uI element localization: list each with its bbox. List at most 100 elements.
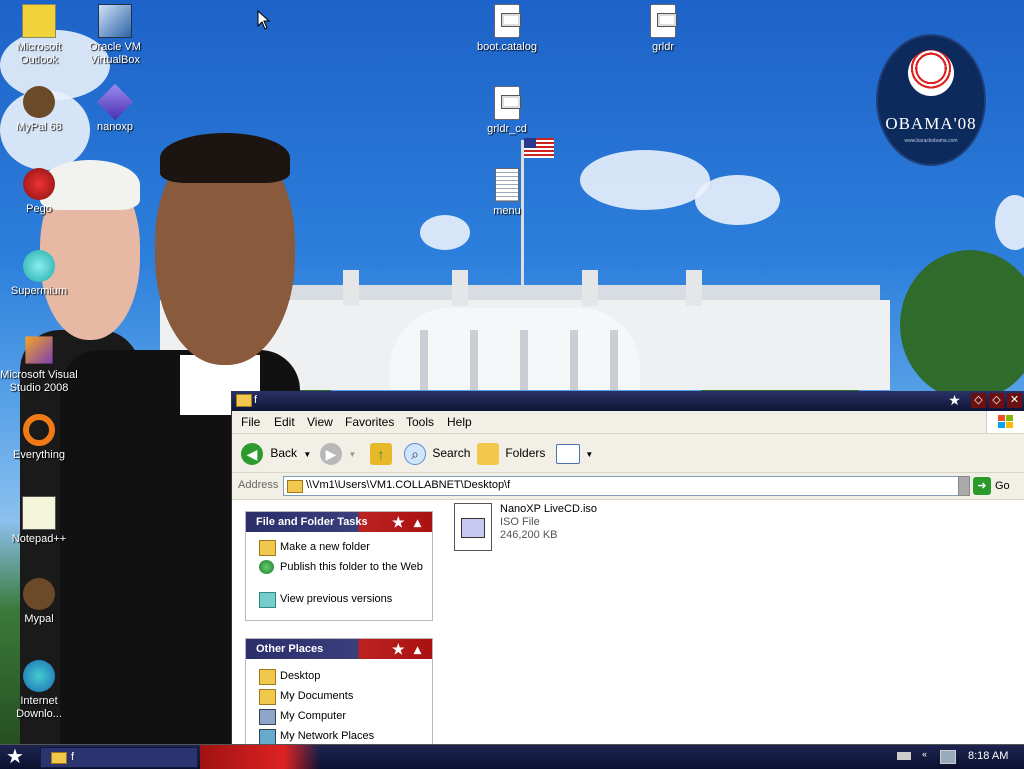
menu-bar: File Edit View Favorites Tools Help	[232, 411, 1024, 434]
file-icon	[650, 4, 677, 38]
forward-arrow-icon: ▶	[320, 442, 342, 465]
desktop-icon-label: Supermium	[10, 285, 68, 297]
address-dropdown-button[interactable]	[958, 476, 970, 496]
pego-icon	[23, 168, 55, 200]
desktop-icon-label: Mypal	[24, 613, 54, 625]
task-label: Make a new folder	[280, 541, 370, 553]
start-button[interactable]: ★	[6, 746, 24, 768]
collapse-icon[interactable]: ▴	[414, 512, 421, 532]
close-button[interactable]: ✕	[1007, 393, 1022, 408]
chimney	[343, 270, 359, 306]
folders-icon	[477, 442, 499, 465]
taskbar-button-f[interactable]: f	[40, 747, 198, 768]
tray-chevron-icon[interactable]: «	[922, 749, 927, 759]
desktop-icon-mypal[interactable]: Mypal	[0, 578, 78, 626]
menu-view[interactable]: View	[307, 415, 333, 429]
place-desktop[interactable]: Desktop	[246, 669, 432, 689]
place-my-documents[interactable]: My Documents	[246, 689, 432, 709]
address-input[interactable]: \\Vm1\Users\VM1.COLLABNET\Desktop\f	[283, 476, 960, 496]
minimize-button[interactable]: ◇	[971, 393, 986, 408]
desktop-icon-label: menu	[493, 205, 521, 217]
column	[470, 330, 478, 390]
collapse-icon[interactable]: ▴	[414, 639, 421, 659]
badge-text: OBAMA'08	[885, 114, 977, 133]
maximize-button[interactable]: ◇	[989, 393, 1004, 408]
desktop-icon-notepadpp[interactable]: Notepad++	[0, 496, 78, 546]
column	[570, 330, 578, 390]
desktop-icon-everything[interactable]: Everything	[0, 414, 78, 462]
cloud	[695, 175, 780, 225]
outlook-icon	[22, 4, 56, 38]
windows-logo-icon	[986, 411, 1024, 433]
my-computer-icon	[259, 709, 276, 725]
file-name: NanoXP LiveCD.iso	[500, 503, 598, 515]
task-make-new-folder[interactable]: Make a new folder	[246, 540, 432, 560]
mouse-cursor-icon	[257, 10, 271, 30]
search-icon: ⌕	[404, 442, 426, 465]
star-icon: ★	[948, 392, 961, 408]
views-button[interactable]: ▼	[556, 442, 593, 464]
go-button[interactable]: ➜ Go	[973, 476, 1010, 496]
mypal-icon	[23, 86, 55, 118]
obama-logo-icon	[908, 50, 954, 96]
keyboard-icon[interactable]	[897, 752, 911, 760]
desktop-icon-internet-download-manager[interactable]: Internet Downlo...	[0, 660, 78, 721]
taskbar-button-label: f	[71, 751, 75, 763]
folder-icon	[236, 394, 252, 407]
desktop-icon-virtualbox[interactable]: Oracle VM VirtualBox	[76, 4, 154, 67]
search-button[interactable]: ⌕ Search	[404, 442, 470, 465]
desktop-icon-visual-studio[interactable]: Microsoft Visual Studio 2008	[0, 334, 78, 395]
desktop-icon-label: Internet Downlo...	[16, 695, 62, 720]
menu-edit[interactable]: Edit	[274, 415, 295, 429]
place-label: My Documents	[280, 690, 354, 702]
desktop-icon-label: Pego	[26, 203, 52, 215]
desktop-icon-outlook[interactable]: Microsoft Outlook	[0, 4, 78, 67]
forward-button[interactable]: ▶ ▼	[320, 442, 356, 465]
title-bar[interactable]: f ★ ◇ ◇ ✕	[232, 391, 1024, 411]
task-view-previous-versions[interactable]: View previous versions	[246, 592, 432, 612]
back-label: Back	[270, 446, 298, 460]
desktop-icon-nanoxp[interactable]: nanoxp	[76, 83, 154, 134]
task-publish-to-web[interactable]: Publish this folder to the Web	[246, 560, 432, 592]
desktop-icon-menu[interactable]: menu	[468, 168, 546, 218]
text-file-icon	[495, 168, 519, 202]
column	[420, 330, 428, 390]
views-icon	[556, 443, 580, 464]
cloud	[580, 150, 710, 210]
panel-header[interactable]: Other Places ★ ▴	[246, 639, 432, 659]
explorer-window: f ★ ◇ ◇ ✕ File Edit View Favorites Tools…	[231, 391, 1024, 749]
up-button[interactable]: ↑	[370, 442, 392, 465]
desktop-icon-boot-catalog[interactable]: boot.catalog	[468, 4, 546, 54]
desktop-icon-grldr-cd[interactable]: grldr_cd	[468, 86, 546, 136]
file-and-folder-tasks-panel: File and Folder Tasks ★ ▴ Make a new fol…	[245, 511, 433, 621]
file-icon	[494, 86, 521, 120]
us-flag	[524, 138, 554, 158]
desktop-icon-label: Oracle VM VirtualBox	[89, 41, 141, 66]
desktop-icon-supermium[interactable]: Supermium	[0, 250, 78, 298]
desktop-icon-label: MyPal 68	[16, 121, 62, 133]
folders-label: Folders	[505, 446, 546, 460]
desktop-icon-label: Microsoft Outlook	[16, 41, 62, 66]
menu-help[interactable]: Help	[447, 415, 472, 429]
panel-header[interactable]: File and Folder Tasks ★ ▴	[246, 512, 432, 532]
panel-title: Other Places	[256, 643, 324, 655]
desktop-icon-mypal68[interactable]: MyPal 68	[0, 86, 78, 134]
go-label: Go	[995, 480, 1010, 492]
obama-08-badge: OBAMA'08 www.barackobama.com	[876, 34, 986, 166]
address-path: \\Vm1\Users\VM1.COLLABNET\Desktop\f	[306, 479, 511, 491]
back-button[interactable]: ◀ Back ▼	[241, 442, 311, 465]
place-my-computer[interactable]: My Computer	[246, 709, 432, 729]
menu-favorites[interactable]: Favorites	[345, 415, 394, 429]
previous-versions-icon	[259, 592, 276, 608]
toolbar: ◀ Back ▼ ▶ ▼ ↑ ⌕ Search Folders ▼	[232, 434, 1024, 473]
desktop-folder-icon	[259, 669, 276, 685]
notepadpp-icon	[22, 496, 56, 530]
menu-tools[interactable]: Tools	[406, 415, 434, 429]
menu-file[interactable]: File	[241, 415, 260, 429]
task-label: Publish this folder to the Web	[280, 561, 423, 573]
network-icon[interactable]	[940, 750, 956, 764]
clock[interactable]: 8:18 AM	[968, 750, 1008, 762]
desktop-icon-grldr[interactable]: grldr	[624, 4, 702, 54]
folders-button[interactable]: Folders	[477, 442, 546, 465]
desktop-icon-pego[interactable]: Pego	[0, 168, 78, 216]
